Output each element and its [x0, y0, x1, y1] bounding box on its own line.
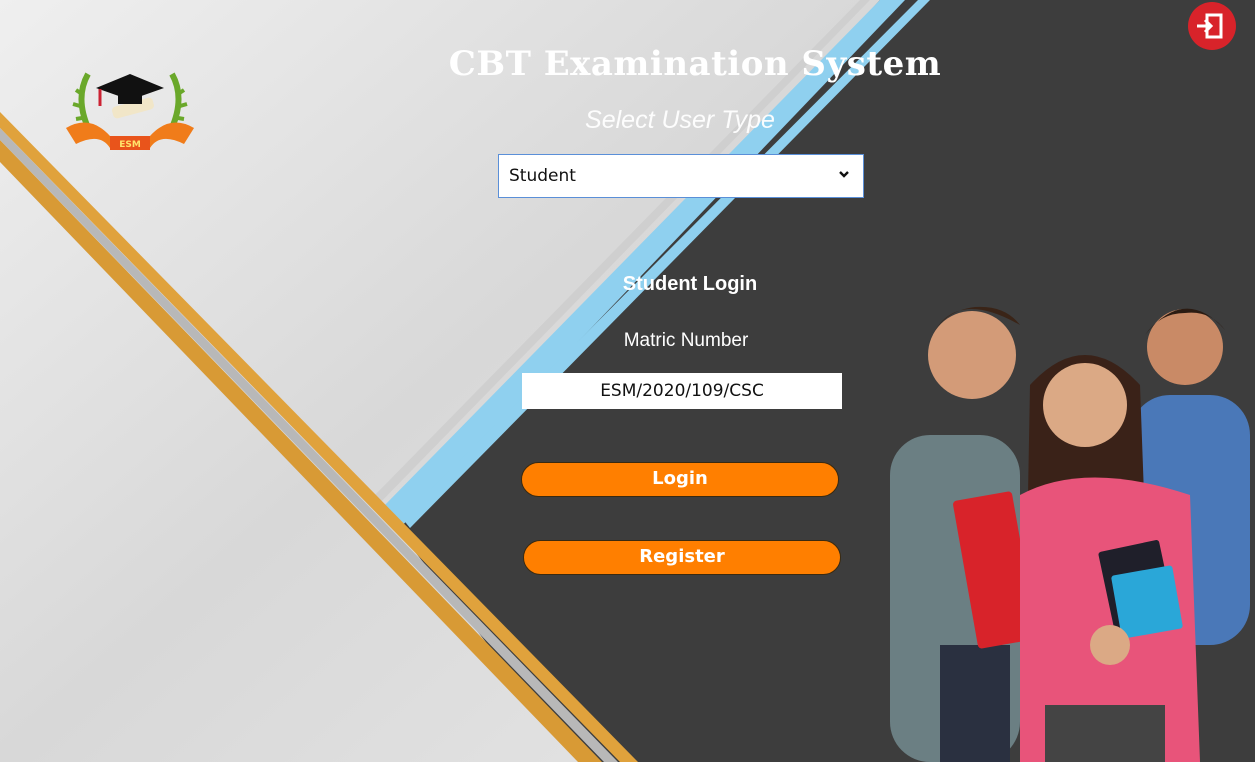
- user-type-select[interactable]: Student: [498, 154, 864, 198]
- page-subtitle: Select User Type: [585, 106, 775, 134]
- matric-number-label: Matric Number: [623, 330, 749, 351]
- exit-icon: [1188, 2, 1236, 50]
- page-title: CBT Examination System: [448, 44, 942, 84]
- chevron-down-icon: [839, 171, 849, 178]
- register-button[interactable]: Register: [523, 540, 841, 575]
- exit-button[interactable]: [1187, 2, 1237, 50]
- login-heading: Student Login: [622, 273, 758, 295]
- login-button[interactable]: Login: [521, 462, 839, 497]
- user-type-selected-value: Student: [509, 166, 576, 186]
- matric-number-input[interactable]: ESM/2020/109/CSC: [522, 373, 842, 409]
- svg-text:ESM: ESM: [119, 140, 141, 150]
- students-image: [890, 306, 1250, 762]
